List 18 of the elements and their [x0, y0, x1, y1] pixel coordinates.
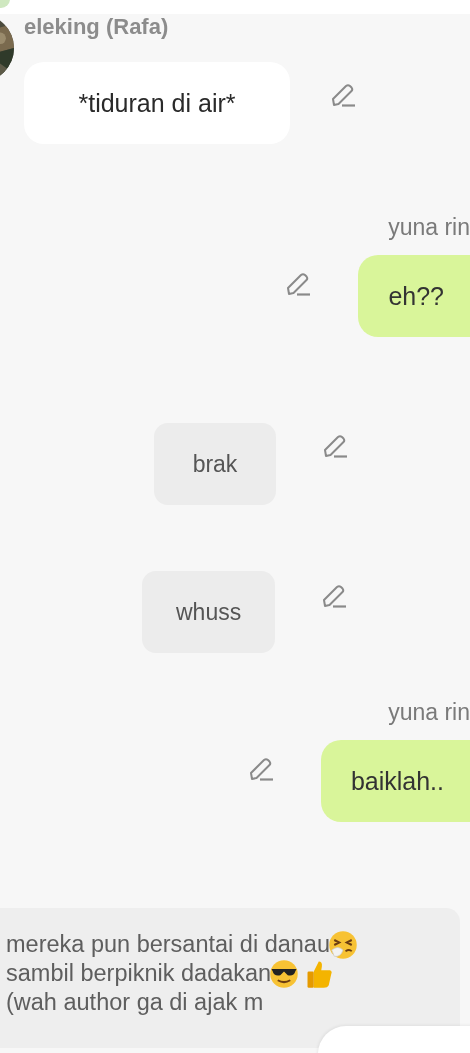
narration-text: (wah author ga di ajak m	[6, 988, 264, 1017]
message-bubble: eh??	[358, 255, 470, 337]
narration-bubble: brak	[154, 423, 276, 505]
narration-text: sambil berpiknik dadakan	[6, 959, 272, 988]
author-name: eleking (Rafa)	[24, 14, 169, 40]
message-bubble: baiklah..	[320, 740, 470, 822]
sneezing-face-icon	[328, 929, 358, 960]
edit-icon[interactable]	[322, 435, 348, 459]
sunglasses-face-icon	[269, 958, 300, 989]
edit-icon[interactable]	[330, 84, 356, 108]
sender-name: yuna rin	[388, 213, 470, 242]
edit-icon[interactable]	[247, 758, 274, 782]
narration-text: mereka pun bersantai di danau	[6, 930, 330, 959]
message-bubble: *tiduran di air*	[24, 62, 290, 144]
edit-icon[interactable]	[321, 585, 348, 609]
narration-bubble: whuss	[142, 571, 276, 653]
sender-name: yuna rin	[388, 698, 470, 727]
edit-icon[interactable]	[285, 273, 312, 297]
